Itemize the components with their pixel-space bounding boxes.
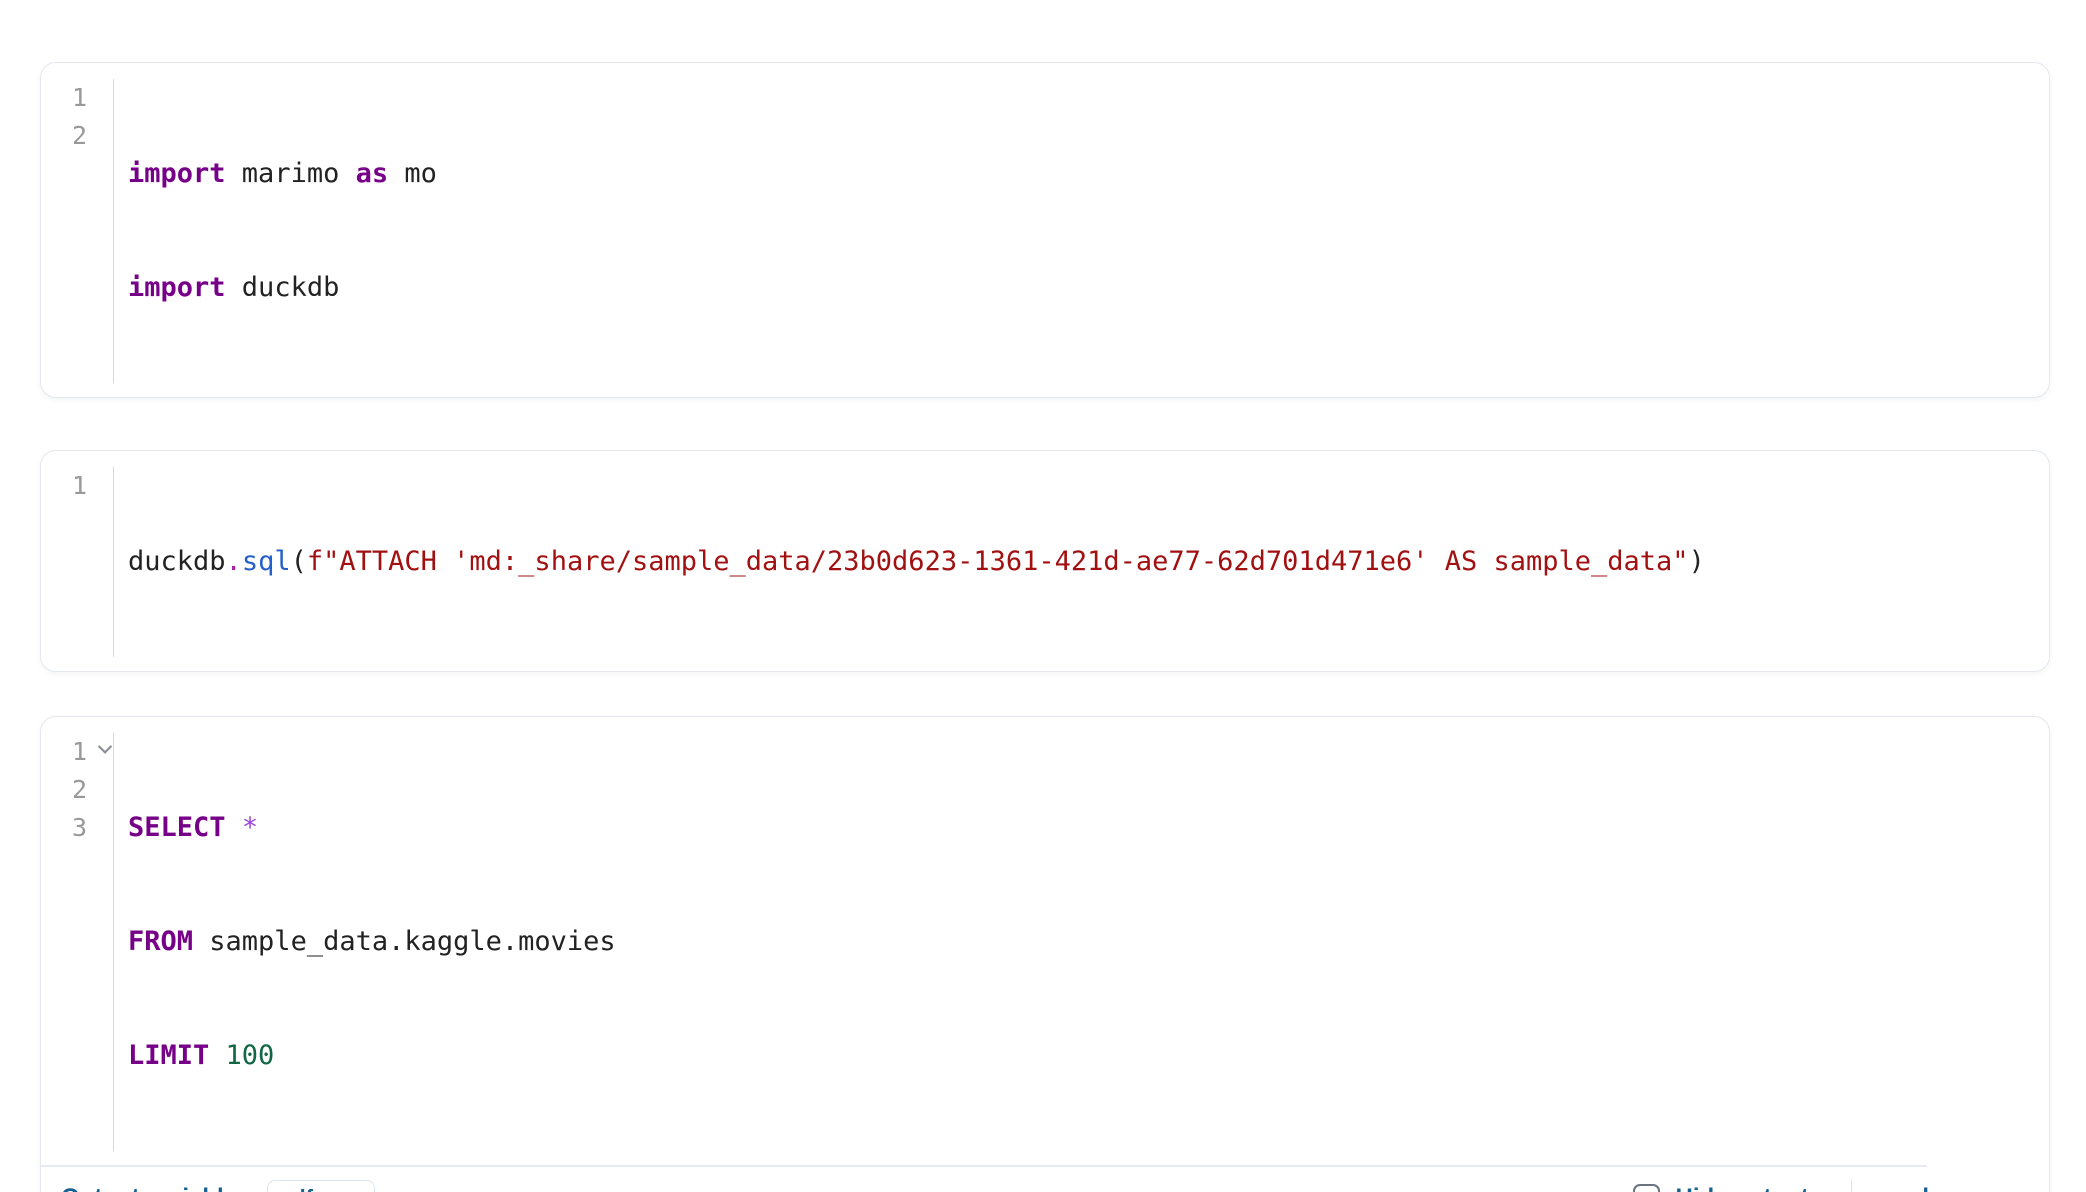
fold-chevron-icon[interactable] <box>98 745 112 755</box>
toolbar-right-group: Hide output sql <box>1633 1180 1930 1192</box>
line-number: 1 <box>72 471 87 500</box>
line-number-gutter: 1 2 <box>41 79 114 383</box>
code-cell-imports: 1 2 import marimo as mo import duckdb <box>40 62 2050 398</box>
code-line[interactable]: import duckdb <box>128 269 2049 307</box>
toolbar-divider <box>1851 1180 1853 1192</box>
code-content[interactable]: duckdb.sql(f"ATTACH 'md:_share/sample_da… <box>114 467 2049 657</box>
code-line[interactable]: FROM sample_data.kaggle.movies <box>128 923 2049 961</box>
code-line[interactable]: import marimo as mo <box>128 155 2049 193</box>
line-number: 3 <box>72 813 87 842</box>
language-badge-sql[interactable]: sql <box>1894 1184 1929 1192</box>
code-cell-sql: 1 2 3 SELECT * FROM sample_data.kaggle.m… <box>40 716 2050 1192</box>
notebook-page: 1 2 import marimo as mo import duckdb 1 … <box>0 0 2086 1192</box>
code-content[interactable]: import marimo as mo import duckdb <box>114 79 2049 383</box>
hide-output-checkbox[interactable] <box>1633 1184 1660 1192</box>
line-number: 2 <box>72 775 87 804</box>
code-editor[interactable]: 1 2 import marimo as mo import duckdb <box>41 63 2049 397</box>
code-cell-attach: 1 duckdb.sql(f"ATTACH 'md:_share/sample_… <box>40 450 2050 672</box>
hide-output-label[interactable]: Hide output <box>1676 1184 1809 1192</box>
code-editor[interactable]: 1 duckdb.sql(f"ATTACH 'md:_share/sample_… <box>41 451 2049 671</box>
line-number: 1 <box>72 737 87 766</box>
code-line[interactable]: LIMIT 100 <box>128 1037 2049 1075</box>
code-content[interactable]: SELECT * FROM sample_data.kaggle.movies … <box>114 733 2049 1151</box>
cell-toolbar: Output variable: Hide output sql <box>41 1167 2049 1192</box>
line-number: 2 <box>72 121 87 150</box>
line-number-gutter: 1 <box>41 467 114 657</box>
code-line[interactable]: SELECT * <box>128 809 2049 847</box>
line-number-gutter: 1 2 3 <box>41 733 114 1151</box>
output-variable-label: Output variable: <box>61 1184 245 1192</box>
code-editor[interactable]: 1 2 3 SELECT * FROM sample_data.kaggle.m… <box>41 717 2049 1165</box>
code-line[interactable]: duckdb.sql(f"ATTACH 'md:_share/sample_da… <box>128 543 2049 581</box>
output-variable-input[interactable] <box>267 1180 375 1192</box>
line-number: 1 <box>72 83 87 112</box>
